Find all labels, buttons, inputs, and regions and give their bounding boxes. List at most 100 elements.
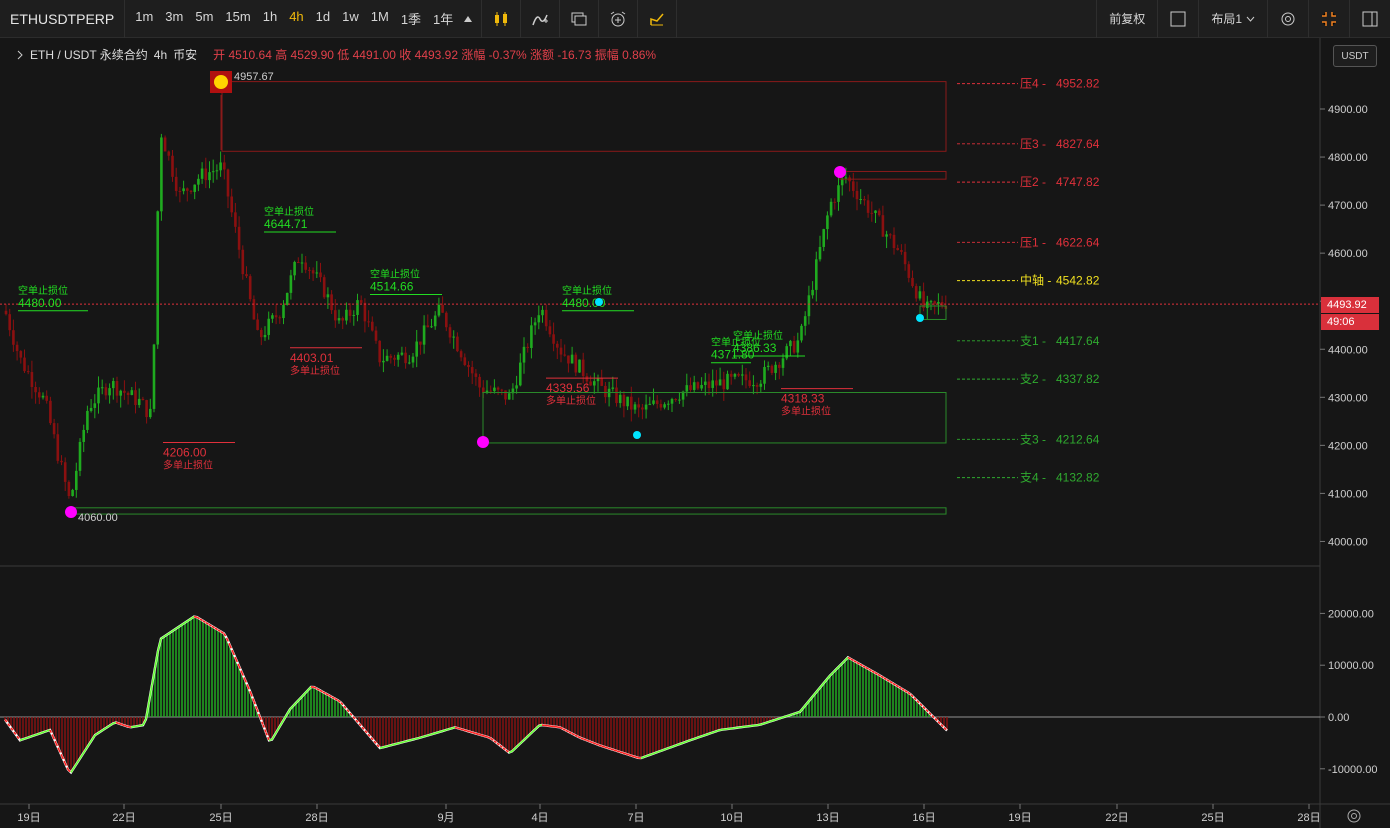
compare-icon[interactable] bbox=[564, 0, 594, 38]
osc-trend-segment bbox=[619, 751, 624, 754]
chevron-right-icon[interactable] bbox=[17, 50, 24, 60]
pivot-level-label: 支4 - bbox=[1020, 471, 1046, 485]
candle-body bbox=[186, 188, 189, 191]
draw-icon[interactable] bbox=[642, 0, 672, 38]
candle-body bbox=[137, 398, 141, 406]
osc-trend-segment bbox=[424, 734, 429, 738]
osc-trend-segment bbox=[478, 733, 483, 737]
candle-body bbox=[245, 274, 248, 277]
tab-timeframe-4[interactable]: 1h bbox=[257, 9, 283, 28]
candle-body bbox=[97, 387, 100, 404]
tab-timeframe-1[interactable]: 3m bbox=[159, 9, 189, 28]
candle-body bbox=[100, 387, 104, 389]
candle-body bbox=[519, 362, 522, 386]
candle-body bbox=[433, 315, 437, 327]
candle-body bbox=[855, 190, 859, 200]
osc-trend-segment bbox=[445, 728, 450, 731]
tab-timeframe-5[interactable]: 4h bbox=[283, 9, 309, 28]
candle-body bbox=[641, 407, 644, 410]
candle-body bbox=[385, 355, 389, 361]
pivot-level-label: 压4 - bbox=[1020, 77, 1046, 91]
osc-trend-segment bbox=[406, 739, 411, 742]
osc-trend-segment bbox=[766, 720, 771, 724]
osc-trend-segment bbox=[400, 741, 405, 744]
candle-body bbox=[445, 312, 448, 328]
osc-trend-segment bbox=[757, 723, 762, 726]
osc-trend-segment bbox=[613, 749, 618, 752]
osc-trend-segment bbox=[718, 728, 723, 732]
osc-trend-segment bbox=[703, 733, 708, 737]
candle-body bbox=[696, 382, 700, 389]
candle-body bbox=[926, 301, 929, 308]
candle-body bbox=[900, 250, 903, 252]
support-zone-bottom bbox=[70, 507, 947, 515]
tab-timeframe-6[interactable]: 1d bbox=[310, 9, 336, 28]
osc-trend-segment bbox=[580, 737, 585, 741]
top-toolbar: ETHUSDTPERP 1m 3m 5m 15m 1h 4h 1d 1w 1M 1季 1年 前复权 … bbox=[0, 0, 1390, 38]
panel-icon[interactable] bbox=[1349, 0, 1390, 38]
candle-body bbox=[134, 390, 137, 406]
tab-timeframe-8[interactable]: 1M bbox=[365, 9, 395, 28]
alarm-icon[interactable] bbox=[603, 0, 633, 38]
indicator-icon[interactable] bbox=[525, 0, 555, 38]
adjust-button[interactable]: 前复权 bbox=[1096, 0, 1157, 38]
candle-body bbox=[478, 376, 481, 388]
price-tick-label: 4400.00 bbox=[1328, 344, 1368, 356]
candle-body bbox=[937, 301, 940, 304]
pivot-level-label: 压1 - bbox=[1020, 235, 1046, 249]
tab-timeframe-10[interactable]: 1年 bbox=[427, 9, 459, 28]
candle-body bbox=[293, 261, 296, 276]
candle-body bbox=[448, 327, 452, 338]
candle-body bbox=[470, 367, 474, 374]
stop-title: 多单止损位 bbox=[781, 405, 831, 418]
candle-body bbox=[322, 277, 326, 298]
tab-timeframe-0[interactable]: 1m bbox=[129, 9, 159, 28]
tab-timeframe-2[interactable]: 5m bbox=[189, 9, 219, 28]
osc-trend-segment bbox=[136, 724, 141, 727]
tab-timeframe-3[interactable]: 15m bbox=[219, 9, 256, 28]
candle-body bbox=[648, 403, 652, 405]
candle-body bbox=[700, 385, 703, 389]
layout-button[interactable]: 布局1 bbox=[1198, 0, 1267, 38]
osc-trend-segment bbox=[268, 738, 273, 742]
candle-body bbox=[182, 188, 185, 192]
osc-tick-label: 20000.00 bbox=[1328, 608, 1374, 620]
candle-body bbox=[770, 365, 774, 373]
candle-body bbox=[278, 317, 282, 319]
candle-body bbox=[356, 300, 359, 315]
candle-body bbox=[637, 404, 640, 408]
candle-body bbox=[304, 262, 307, 270]
tab-timeframe-9[interactable]: 1季 bbox=[395, 9, 427, 28]
osc-trend-segment bbox=[430, 732, 435, 736]
candle-body bbox=[670, 399, 674, 404]
candle-body bbox=[929, 301, 933, 303]
candle-body bbox=[877, 210, 881, 216]
osc-trend-segment bbox=[598, 744, 603, 747]
triangle-down-icon[interactable] bbox=[459, 0, 477, 38]
candle-body bbox=[160, 137, 163, 212]
candle-body bbox=[885, 234, 888, 237]
candle-body bbox=[178, 190, 182, 192]
candle-body bbox=[718, 379, 722, 386]
candle-body bbox=[600, 378, 603, 386]
gear-icon[interactable] bbox=[1346, 808, 1362, 824]
candle-body bbox=[93, 403, 97, 408]
price-chart[interactable]: 4900.004800.004700.004600.004500.004400.… bbox=[0, 38, 1390, 828]
osc-trend-segment bbox=[640, 756, 645, 759]
symbol-name[interactable]: ETHUSDTPERP bbox=[0, 0, 126, 38]
osc-trend-segment bbox=[469, 731, 474, 734]
osc-trend-segment bbox=[691, 737, 696, 741]
osc-trend-segment bbox=[139, 724, 144, 727]
currency-select[interactable]: USDT bbox=[1333, 45, 1377, 67]
tab-timeframe-7[interactable]: 1w bbox=[336, 9, 365, 28]
candle-icon[interactable] bbox=[486, 0, 516, 38]
stop-value: 4318.33 bbox=[781, 392, 825, 406]
fullscreen-icon[interactable] bbox=[1157, 0, 1198, 38]
candle-body bbox=[530, 325, 533, 348]
candle-body bbox=[733, 374, 737, 377]
candle-body bbox=[711, 380, 714, 388]
collapse-icon[interactable] bbox=[1308, 0, 1349, 38]
settings-icon[interactable] bbox=[1267, 0, 1308, 38]
candle-body bbox=[570, 354, 574, 364]
candle-body bbox=[75, 470, 78, 490]
